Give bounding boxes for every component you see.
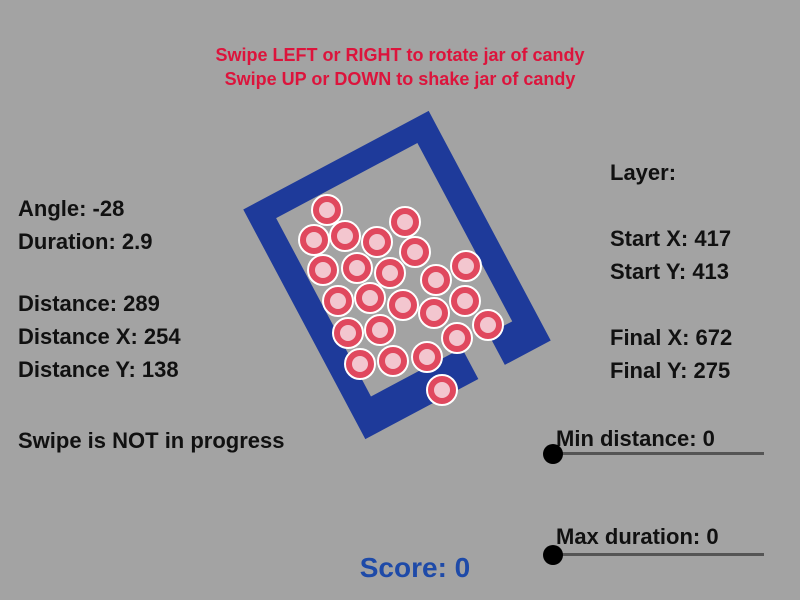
candy-highlight	[419, 349, 435, 365]
start-x-readout: Start X: 417	[610, 226, 732, 251]
score-display: Score: 0	[359, 552, 471, 583]
candy-highlight	[397, 214, 413, 230]
candy-highlight	[362, 290, 378, 306]
candy-highlight	[369, 234, 385, 250]
min-distance-label: Min distance: 0	[556, 426, 715, 451]
candy-highlight	[382, 265, 398, 281]
candy-highlight	[330, 293, 346, 309]
candy-highlight	[349, 260, 365, 276]
candy-highlight	[306, 232, 322, 248]
candy-highlight	[407, 244, 423, 260]
layer-readout: Layer:	[610, 160, 677, 185]
angle-readout: Angle: -28	[18, 196, 125, 221]
distance-x-readout: Distance X: 254	[18, 324, 181, 349]
final-x-readout: Final X: 672	[610, 325, 733, 350]
distance-y-readout: Distance Y: 138	[18, 357, 179, 382]
duration-readout: Duration: 2.9	[18, 229, 153, 254]
candy-highlight	[449, 330, 465, 346]
candy-highlight	[434, 382, 450, 398]
candy-highlight	[352, 356, 368, 372]
candy-highlight	[426, 305, 442, 321]
candy-highlight	[385, 353, 401, 369]
final-y-readout: Final Y: 275	[610, 358, 731, 383]
game-stage[interactable]: Swipe LEFT or RIGHT to rotate jar of can…	[0, 0, 800, 600]
min-distance-slider-knob[interactable]	[543, 444, 563, 464]
candy-highlight	[372, 322, 388, 338]
candy-highlight	[337, 228, 353, 244]
candy-highlight	[315, 262, 331, 278]
candy-highlight	[428, 272, 444, 288]
distance-readout: Distance: 289	[18, 291, 160, 316]
swipe-status: Swipe is NOT in progress	[18, 428, 285, 453]
candy-highlight	[340, 325, 356, 341]
max-duration-label: Max duration: 0	[556, 524, 719, 549]
candy-highlight	[319, 202, 335, 218]
candy-highlight	[458, 258, 474, 274]
candy-highlight	[395, 297, 411, 313]
start-y-readout: Start Y: 413	[610, 259, 730, 284]
min-distance-slider-track[interactable]	[552, 452, 764, 455]
candy-highlight	[457, 293, 473, 309]
candy-highlight	[480, 317, 496, 333]
